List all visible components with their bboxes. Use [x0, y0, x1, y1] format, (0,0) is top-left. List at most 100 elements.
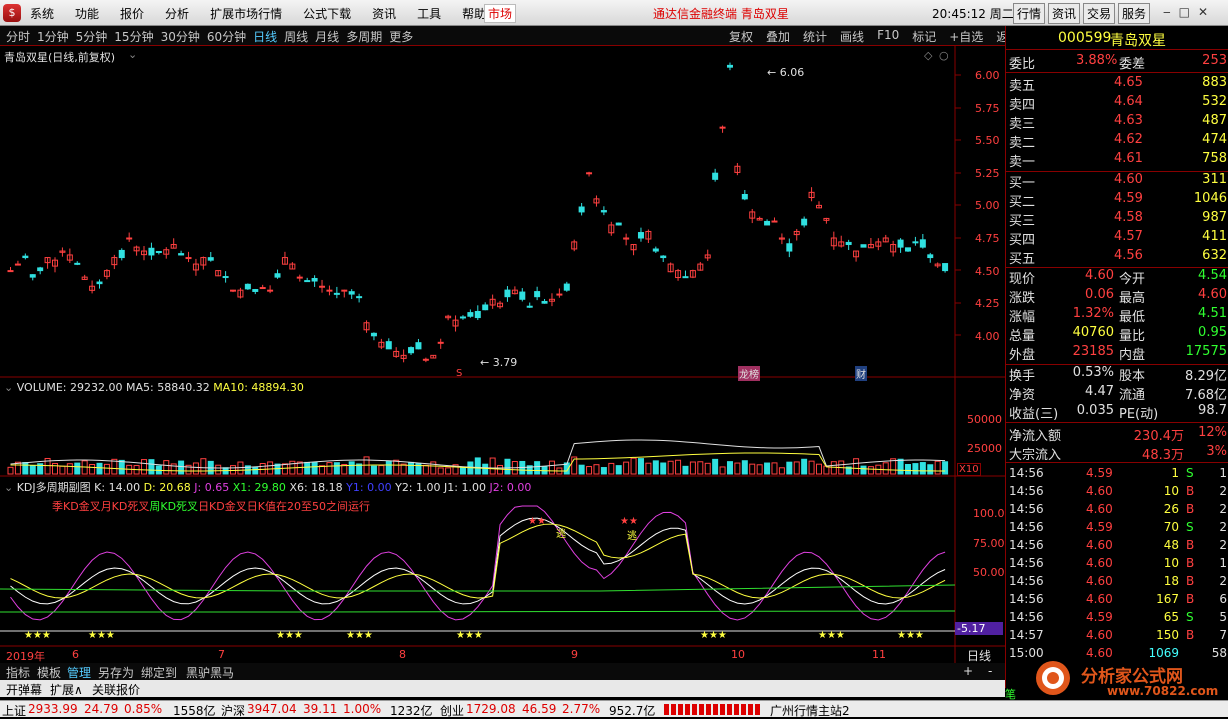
- candle-body: [912, 241, 919, 244]
- diamond-icon[interactable]: ◇: [924, 49, 932, 62]
- dragon-list-badge[interactable]: 龙榜: [738, 366, 760, 381]
- chart-tool-button[interactable]: F10: [877, 28, 899, 45]
- chart-tool-button[interactable]: +自选: [949, 28, 983, 45]
- tab-related-quote[interactable]: 关联报价: [92, 681, 140, 698]
- ask-row[interactable]: 卖二 4.62 474: [1006, 132, 1228, 151]
- info-button[interactable]: 资讯: [1048, 3, 1081, 24]
- stat-label: 总量: [1009, 329, 1036, 344]
- candle-body: [341, 289, 348, 292]
- service-button[interactable]: 服务: [1118, 3, 1151, 24]
- minimize-icon[interactable]: ‒: [1163, 5, 1179, 19]
- sh-label[interactable]: 上证: [2, 702, 26, 719]
- tab-save-as[interactable]: 另存为: [98, 664, 134, 681]
- volume-bar: [267, 461, 274, 475]
- chart-tool-button[interactable]: 叠加: [766, 28, 790, 45]
- fundamental-label: 净资: [1009, 388, 1036, 403]
- menu-bar: $ 系统 功能 报价 分析 扩展市场行情 公式下载 资讯 工具 帮助 市场 通达…: [0, 0, 1228, 26]
- chart-tool-button[interactable]: 复权: [729, 28, 753, 45]
- menu-item-ext-market[interactable]: 扩展市场行情: [210, 5, 282, 22]
- chart-tool-button[interactable]: 标记: [912, 28, 936, 45]
- period-tab[interactable]: 5分钟: [76, 28, 108, 45]
- candle-body: [304, 280, 311, 283]
- stat-row: 外盘 23185 内盘 17575: [1006, 344, 1228, 363]
- bid-row[interactable]: 买一 4.60 311: [1006, 172, 1228, 191]
- menu-item-news[interactable]: 资讯: [372, 5, 396, 22]
- kdj-legend-range: 日K值在20至50之间运行: [246, 500, 370, 513]
- flow-row[interactable]: 净流入额 230.4万 12%: [1006, 425, 1228, 444]
- volume-bar: [682, 465, 689, 475]
- tab-indicator[interactable]: 指标: [6, 664, 30, 681]
- tick-volume: 10: [1163, 556, 1179, 570]
- chevron-down-icon[interactable]: ⌄: [128, 48, 137, 61]
- bid-row[interactable]: 买四 4.57 411: [1006, 229, 1228, 248]
- ask-volume: 758: [1202, 151, 1227, 166]
- tick-side: B: [1186, 592, 1195, 606]
- kdj-chevron-icon[interactable]: ⌄: [4, 481, 17, 494]
- period-tab[interactable]: 1分钟: [37, 28, 69, 45]
- candle-body: [348, 291, 355, 295]
- menu-item-formula[interactable]: 公式下载: [303, 5, 351, 22]
- kdj-k: K: 14.00: [94, 481, 141, 494]
- period-tab[interactable]: 更多: [389, 28, 413, 45]
- period-tab[interactable]: 多周期: [346, 28, 382, 45]
- flow-row[interactable]: 大宗流入 48.3万 3%: [1006, 444, 1228, 463]
- weibi-value: 3.88%: [1076, 53, 1118, 68]
- ask-row[interactable]: 卖四 4.64 532: [1006, 94, 1228, 113]
- bid-row[interactable]: 买三 4.58 987: [1006, 210, 1228, 229]
- period-tab[interactable]: 60分钟: [207, 28, 246, 45]
- tick-time: 14:56: [1009, 574, 1044, 588]
- sz-label[interactable]: 沪深: [221, 702, 245, 719]
- menu-item-quote[interactable]: 报价: [120, 5, 144, 22]
- zoom-in-icon[interactable]: +: [963, 664, 973, 678]
- tab-extend[interactable]: 扩展∧: [50, 681, 83, 698]
- period-tab[interactable]: 30分钟: [161, 28, 200, 45]
- weibi-row: 委比 3.88% 委差 253: [1006, 53, 1228, 72]
- ask-row[interactable]: 卖五 4.65 883: [1006, 75, 1228, 94]
- trade-button[interactable]: 交易: [1083, 3, 1116, 24]
- menu-item-tools[interactable]: 工具: [417, 5, 441, 22]
- period-tab[interactable]: 月线: [315, 28, 339, 45]
- ask-price: 4.65: [1114, 75, 1143, 90]
- volume-bar: [89, 463, 96, 475]
- menu-item-system[interactable]: 系统: [30, 5, 54, 22]
- period-tab[interactable]: 周线: [284, 28, 308, 45]
- chart-area[interactable]: ★★★ ★★★ ★★★ ★★★ ★★★ ★★★ ★★★ ★★★★★ ★★: [0, 46, 1005, 663]
- tab-black-donkey[interactable]: 黑驴黑马: [186, 664, 234, 681]
- period-indicator[interactable]: 日线: [967, 647, 991, 664]
- tab-template[interactable]: 模板: [37, 664, 61, 681]
- circle-icon[interactable]: ○: [939, 49, 949, 62]
- period-tab[interactable]: 分时: [6, 28, 30, 45]
- volume-bar: [897, 458, 904, 475]
- quote-button[interactable]: 行情: [1013, 3, 1046, 24]
- period-tab[interactable]: 15分钟: [114, 28, 153, 45]
- kdj-j1: J1: 1.00: [444, 481, 486, 494]
- ask-row[interactable]: 卖三 4.63 487: [1006, 113, 1228, 132]
- s-badge[interactable]: S: [456, 368, 462, 379]
- menu-item-analysis[interactable]: 分析: [165, 5, 189, 22]
- maximize-icon[interactable]: □: [1179, 5, 1198, 19]
- server-name[interactable]: 广州行情主站2: [770, 702, 850, 719]
- weibi-label: 委比: [1009, 57, 1036, 72]
- chart-tool-button[interactable]: 画线: [840, 28, 864, 45]
- bid-row[interactable]: 买二 4.59 1046: [1006, 191, 1228, 210]
- close-icon[interactable]: ✕: [1198, 5, 1216, 19]
- finance-badge[interactable]: 财: [855, 366, 867, 381]
- market-button[interactable]: 市场: [484, 4, 517, 23]
- stat-value: 40760: [1072, 325, 1114, 340]
- volume-chevron-icon[interactable]: ⌄: [4, 381, 17, 394]
- ask-row[interactable]: 卖一 4.61 758: [1006, 151, 1228, 170]
- bid-row[interactable]: 买五 4.56 632: [1006, 248, 1228, 267]
- tab-manage[interactable]: 管理: [67, 664, 91, 681]
- kdj-j2: J2: 0.00: [489, 481, 532, 494]
- tick-price: 4.60: [1086, 538, 1113, 552]
- menu-item-help[interactable]: 帮助: [462, 5, 486, 22]
- tab-bind-to[interactable]: 绑定到: [141, 664, 177, 681]
- chart-tool-button[interactable]: 统计: [803, 28, 827, 45]
- flee-signal-2: 逃: [627, 531, 637, 542]
- zoom-out-icon[interactable]: -: [988, 664, 992, 678]
- fundamental-value: 8.29亿: [1185, 369, 1227, 384]
- period-tab[interactable]: 日线: [253, 28, 277, 45]
- tab-danmaku[interactable]: 开弹幕: [6, 681, 42, 698]
- menu-item-function[interactable]: 功能: [75, 5, 99, 22]
- cy-label[interactable]: 创业: [440, 702, 464, 719]
